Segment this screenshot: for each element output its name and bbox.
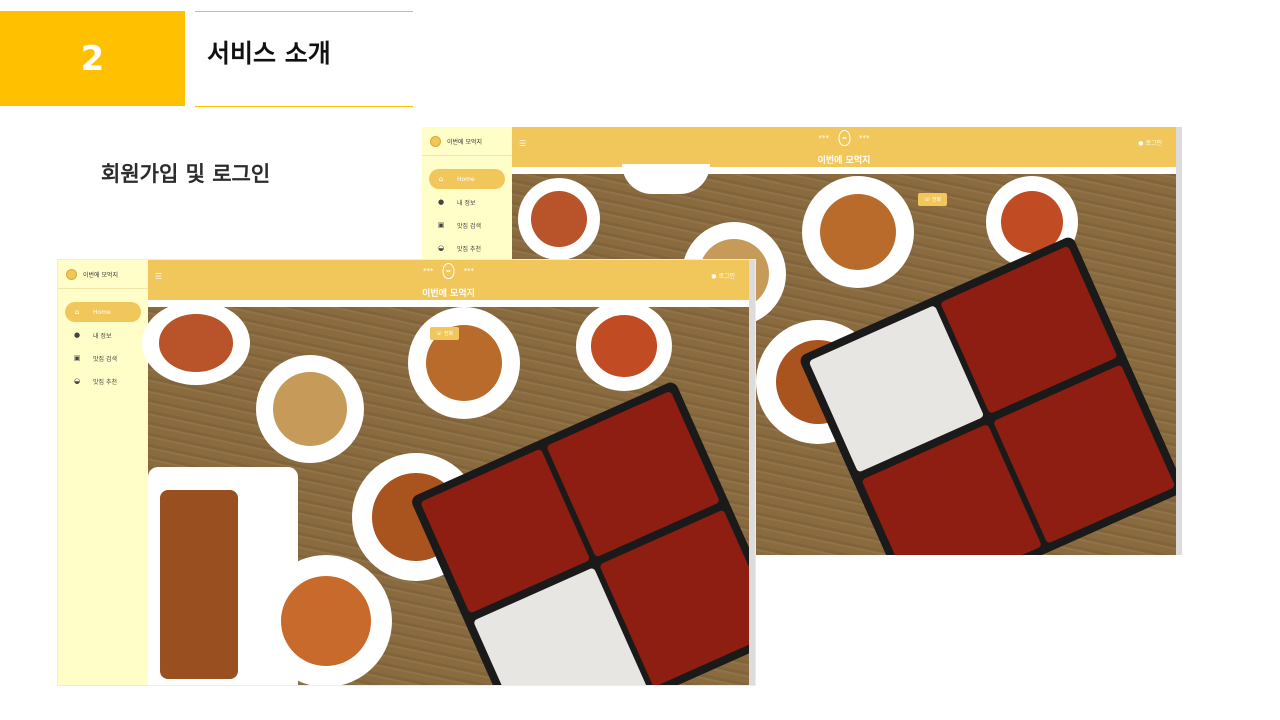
- header-decoration: *** ***: [423, 263, 474, 279]
- login-button[interactable]: ● 로그인: [1138, 138, 1162, 147]
- bowl-icon: ◒: [437, 244, 445, 252]
- chef-face-icon: [442, 263, 455, 279]
- deco-stars-left: ***: [818, 134, 830, 142]
- search-icon: ▣: [73, 354, 81, 362]
- slide-title: 서비스 소개: [207, 39, 331, 68]
- call-button[interactable]: ☏ 전화: [918, 193, 948, 206]
- sidebar: 이번에 모먹지 ⌂ Home ● 내 정보 ▣ 맛집 검색 ◒ 맛집 추천: [58, 260, 148, 685]
- food-plate: [518, 178, 600, 260]
- sidebar-brand[interactable]: 이번에 모먹지: [58, 260, 148, 289]
- section-number: 2: [0, 11, 185, 106]
- scrollbar[interactable]: [1176, 127, 1182, 555]
- food-plate: [260, 555, 392, 685]
- logo-icon: [66, 268, 77, 280]
- user-icon: ●: [711, 273, 717, 280]
- scrollbar[interactable]: [749, 260, 755, 685]
- app-screenshot-front: 이번에 모먹지 ⌂ Home ● 내 정보 ▣ 맛집 검색 ◒ 맛집 추천 ☰ …: [58, 260, 755, 685]
- sidebar-nav: ⌂ Home ● 내 정보 ▣ 맛집 검색 ◒ 맛집 추천: [58, 289, 148, 391]
- sidebar-item-my-info[interactable]: ● 내 정보: [429, 192, 505, 212]
- sidebar-item-search[interactable]: ▣ 맛집 검색: [65, 348, 141, 368]
- sidebar-item-home[interactable]: ⌂ Home: [65, 302, 141, 322]
- logo-icon: [430, 135, 441, 147]
- sidebar-item-recommend[interactable]: ◒ 맛집 추천: [429, 238, 505, 258]
- food-plate: [408, 307, 520, 419]
- slide-subtitle: 회원가입 및 로그인: [101, 162, 271, 186]
- login-label: 로그인: [718, 273, 735, 280]
- sidebar-brand[interactable]: 이번에 모먹지: [422, 127, 512, 156]
- deco-stars-left: ***: [423, 267, 434, 275]
- deco-stars-right: ***: [859, 134, 870, 142]
- bowl-icon: ◒: [73, 377, 81, 385]
- brand-name: 이번에 모먹지: [447, 138, 483, 146]
- sidebar-item-my-info[interactable]: ● 내 정보: [65, 325, 141, 345]
- sidebar-nav: ⌂ Home ● 내 정보 ▣ 맛집 검색 ◒ 맛집 추천: [422, 156, 512, 258]
- site-name: 이번에 모먹지: [422, 289, 475, 299]
- call-button[interactable]: ☏ 전화: [430, 327, 460, 340]
- call-label: 전화: [931, 197, 942, 203]
- hero-food-image: ☏ 전화: [142, 301, 755, 685]
- chef-face-icon: [838, 130, 850, 146]
- sidebar-item-label: 내 정보: [93, 332, 112, 340]
- sidebar-item-label: Home: [93, 308, 111, 316]
- sidebar-item-label: 맛집 검색: [93, 355, 117, 363]
- header-decoration: *** ***: [819, 130, 870, 146]
- login-button[interactable]: ● 로그인: [711, 271, 735, 280]
- brand-name: 이번에 모먹지: [83, 271, 119, 279]
- sidebar-item-label: 맛집 추천: [457, 245, 481, 253]
- title-frame: 서비스 소개: [195, 11, 413, 107]
- user-icon: ●: [73, 331, 81, 339]
- sidebar-item-label: 내 정보: [457, 199, 476, 207]
- food-plate: [802, 176, 914, 288]
- food-plate: [142, 301, 250, 385]
- sidebar-item-home[interactable]: ⌂ Home: [429, 169, 505, 189]
- sidebar-item-recommend[interactable]: ◒ 맛집 추천: [65, 371, 141, 391]
- home-icon: ⌂: [438, 175, 444, 183]
- top-bar: ☰ *** *** 이번에 모먹지 ● 로그인: [148, 260, 749, 300]
- phone-icon: ☏: [924, 197, 931, 203]
- top-bar: ☰ *** *** 이번에 모먹지 ● 로그인: [512, 127, 1176, 167]
- sidebar-item-label: 맛집 검색: [457, 222, 481, 230]
- food-plate: [256, 355, 364, 463]
- phone-icon: ☏: [436, 331, 443, 337]
- call-label: 전화: [443, 331, 454, 337]
- menu-icon[interactable]: ☰: [519, 139, 526, 148]
- site-name: 이번에 모먹지: [817, 156, 871, 166]
- section-number-text: 2: [80, 38, 105, 79]
- search-icon: ▣: [437, 221, 445, 229]
- menu-icon[interactable]: ☰: [155, 272, 162, 281]
- lunch-box: [409, 380, 755, 685]
- sidebar-item-label: 맛집 추천: [93, 378, 117, 386]
- login-label: 로그인: [1145, 140, 1162, 147]
- home-icon: ⌂: [74, 308, 80, 316]
- user-icon: ●: [1138, 140, 1144, 147]
- sidebar-item-label: Home: [457, 175, 475, 183]
- deco-stars-right: ***: [463, 267, 475, 275]
- user-icon: ●: [437, 198, 445, 206]
- food-plate: [576, 301, 672, 391]
- food-plate: [622, 164, 710, 194]
- sidebar-item-search[interactable]: ▣ 맛집 검색: [429, 215, 505, 235]
